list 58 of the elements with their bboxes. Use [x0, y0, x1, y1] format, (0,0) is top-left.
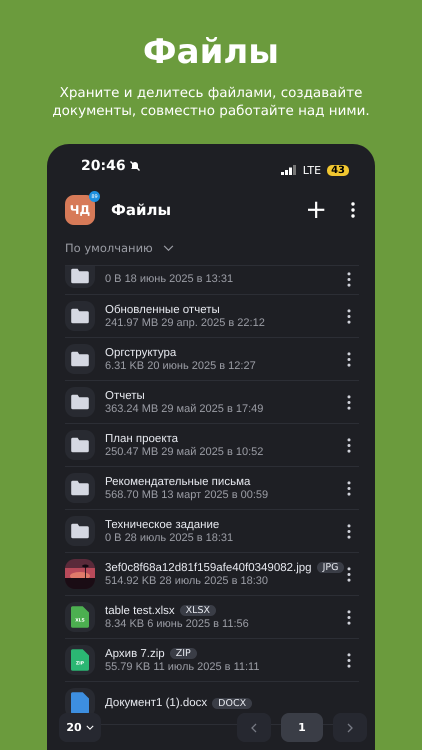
- muted-bell-icon: [128, 160, 141, 172]
- more-icon[interactable]: [347, 610, 351, 624]
- file-name[interactable]: Техническое задание: [105, 518, 220, 530]
- folder-icon: [70, 523, 90, 539]
- file-name[interactable]: Отчеты: [105, 390, 145, 402]
- chevron-down-icon[interactable]: [162, 244, 174, 252]
- folder-icon: [70, 308, 90, 324]
- file-type-tag: JPG: [316, 562, 344, 573]
- folder-icon: [70, 480, 90, 496]
- battery-indicator: 43: [327, 164, 349, 176]
- more-icon[interactable]: [347, 480, 351, 496]
- file-details: 55.79 KB 11 июль 2025 в 11:11: [105, 660, 260, 672]
- file-details: 250.47 MB 29 май 2025 в 10:52: [105, 446, 264, 458]
- file-name[interactable]: table test.xlsx: [105, 604, 175, 616]
- file-details: 568.70 MB 13 март 2025 в 00:59: [105, 488, 270, 500]
- page-size-select[interactable]: 20: [59, 713, 101, 742]
- file-details: 241.97 MB 29 апр. 2025 в 22:12: [105, 316, 266, 328]
- more-icon[interactable]: [347, 524, 351, 538]
- more-icon[interactable]: [347, 352, 351, 366]
- more-icon[interactable]: [347, 566, 351, 582]
- signal-icon: [280, 165, 297, 175]
- folder-icon: [70, 268, 90, 284]
- sort-dropdown[interactable]: По умолчанию: [65, 241, 153, 255]
- page-button[interactable]: 1: [281, 713, 323, 742]
- file-name[interactable]: Рекомендательные письма: [105, 476, 250, 488]
- more-icon[interactable]: [347, 652, 351, 668]
- folder-icon: [70, 437, 90, 453]
- folder-icon: [70, 394, 90, 410]
- file-type-tag: DOCX: [212, 698, 252, 708]
- file-details: 0 B 28 июль 2025 в 18:31: [105, 532, 234, 544]
- file-details: 0 B 18 июнь 2025 в 13:31: [105, 273, 234, 285]
- file-name[interactable]: План проекта: [105, 432, 178, 444]
- chevron-right-icon[interactable]: [347, 722, 353, 732]
- more-icon[interactable]: [347, 438, 351, 452]
- chevron-left-icon[interactable]: [251, 722, 257, 732]
- more-icon[interactable]: [347, 308, 351, 324]
- app-title: Файлы: [111, 201, 172, 219]
- more-icon[interactable]: [347, 394, 351, 410]
- file-type-tag: ZIP: [170, 648, 197, 659]
- folder-icon: [70, 351, 90, 367]
- file-name[interactable]: Документ1 (1).docx: [105, 697, 208, 709]
- file-type-tag: XLSX: [180, 605, 216, 616]
- file-details: 6.31 KB 20 июнь 2025 в 12:27: [105, 360, 257, 372]
- more-icon[interactable]: [347, 272, 351, 287]
- file-details: 8.34 KB 6 июнь 2025 в 11:56: [105, 618, 250, 630]
- more-icon[interactable]: [351, 202, 355, 218]
- status-time: 20:46: [81, 158, 126, 174]
- promo-subtitle: Храните и делитесь файлами, создавайте документы, совместно работайте над ними.: [51, 84, 371, 120]
- file-name[interactable]: Обновленные отчеты: [105, 304, 220, 316]
- promo-title: Файлы: [142, 32, 280, 72]
- file-details: 363.24 MB 29 май 2025 в 17:49: [105, 402, 264, 414]
- file-details: 514.92 KB 28 июль 2025 в 18:30: [105, 574, 270, 586]
- file-name[interactable]: 3ef0c8f68a12d81f159afe40f0349082.jpg: [105, 562, 312, 574]
- add-button[interactable]: +: [305, 197, 327, 223]
- file-name[interactable]: Архив 7.zip: [105, 648, 165, 660]
- document-icon: [71, 692, 89, 714]
- network-label: LTE: [302, 164, 322, 176]
- file-name[interactable]: Оргструктура: [105, 346, 176, 358]
